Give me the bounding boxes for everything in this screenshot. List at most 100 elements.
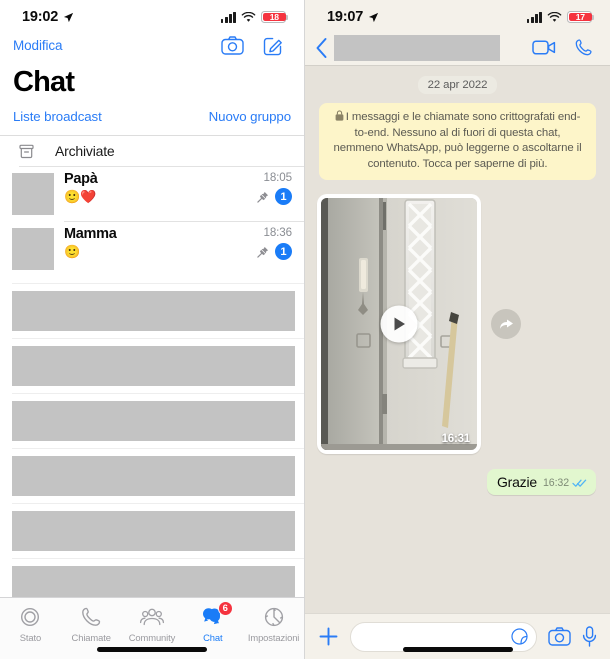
forward-arrow-icon: [499, 319, 513, 329]
video-duration: 16:31: [441, 433, 471, 445]
message-timestamp: 16:32: [542, 477, 569, 489]
tab-impostazioni[interactable]: Impostazioni: [243, 605, 304, 643]
video-message-bubble[interactable]: 16:31: [317, 194, 481, 454]
message-list: 22 apr 2022 I messaggi e le chiamate son…: [305, 66, 610, 613]
play-button[interactable]: [380, 305, 418, 343]
status-left: 19:07: [327, 9, 379, 25]
status-left: 19:02: [22, 9, 74, 25]
home-indicator: [402, 647, 513, 652]
bottom-tab-bar: Stato Chiamate Community Chat 6 Impostaz…: [0, 597, 304, 659]
list-item[interactable]: [0, 456, 304, 496]
forward-message-button[interactable]: [491, 309, 521, 339]
right-status-bar: 19:07 17: [305, 0, 610, 30]
edit-button[interactable]: Modifica: [13, 38, 63, 53]
new-group-button[interactable]: Nuovo gruppo: [209, 109, 291, 124]
chat-timestamp: 18:36: [263, 226, 292, 239]
chat-name: Papà: [64, 171, 98, 187]
camera-icon[interactable]: [221, 35, 244, 55]
video-call-icon[interactable]: [532, 39, 556, 56]
tab-label: Community: [128, 632, 176, 643]
pin-icon: [257, 246, 269, 258]
chat-meta-bottom: 1: [257, 243, 292, 260]
video-thumbnail: 16:31: [321, 198, 477, 450]
divider: [12, 283, 304, 284]
whatsapp-split-screenshot: 19:02 18 Modifica Chat Liste broadcast N…: [0, 0, 610, 659]
tab-stato[interactable]: Stato: [0, 605, 61, 643]
text-message-bubble[interactable]: Grazie 16:32: [486, 469, 596, 495]
date-divider-wrap: 22 apr 2022: [317, 76, 598, 94]
divider: [12, 558, 304, 559]
message-incoming-video: 16:31: [317, 194, 598, 454]
left-panel-chat-list: 19:02 18 Modifica Chat Liste broadcast N…: [0, 0, 305, 659]
compose-icon[interactable]: [263, 35, 284, 56]
archived-label: Archiviate: [55, 143, 115, 159]
double-check-icon: [572, 479, 587, 487]
broadcast-lists-button[interactable]: Liste broadcast: [13, 109, 102, 124]
chat-item-meta: 18:36 1: [257, 226, 292, 260]
plus-icon[interactable]: [318, 626, 339, 647]
chat-item-content: Papà 🙂❤️ 18:05 1: [54, 167, 304, 221]
chat-item-meta: 18:05 1: [257, 171, 292, 205]
back-chevron-icon[interactable]: [315, 37, 328, 59]
tab-label: Stato: [19, 632, 42, 643]
archived-chats-row[interactable]: Archiviate: [0, 136, 304, 166]
battery-icon: 17: [567, 10, 594, 24]
tab-community[interactable]: Community: [122, 605, 183, 643]
archive-box-icon: [19, 144, 34, 158]
gear-icon: [264, 607, 283, 627]
encryption-notice-text: I messaggi e le chiamate sono crittograf…: [333, 111, 582, 170]
right-panel-conversation: 19:07 17 22 apr 2022 I messaggi e le chi…: [305, 0, 610, 659]
encryption-notice[interactable]: I messaggi e le chiamate sono crittograf…: [319, 103, 596, 180]
list-item[interactable]: [0, 346, 304, 386]
status-right: 18: [220, 10, 288, 24]
list-item[interactable]: [0, 401, 304, 441]
tab-label: Impostazioni: [247, 632, 300, 643]
wifi-icon: [547, 11, 562, 22]
tab-label: Chat: [203, 632, 223, 643]
microphone-icon[interactable]: [582, 626, 597, 647]
header-actions: [532, 37, 594, 58]
tab-chiamate[interactable]: Chiamate: [61, 605, 122, 643]
list-item[interactable]: [0, 291, 304, 331]
location-arrow-icon: [369, 12, 379, 22]
list-item[interactable]: [0, 511, 304, 551]
left-status-bar: 19:02 18: [0, 0, 304, 30]
message-meta: 16:32: [543, 477, 587, 490]
lock-icon: [335, 110, 344, 121]
cellular-bars-icon: [220, 11, 236, 23]
divider: [12, 338, 304, 339]
battery-level: 18: [269, 12, 279, 22]
conversation-header: [305, 30, 610, 66]
phone-call-icon[interactable]: [573, 37, 594, 58]
unread-badge: 1: [275, 188, 292, 205]
tab-chat[interactable]: Chat 6: [182, 601, 243, 643]
wifi-icon: [241, 11, 256, 22]
left-nav-icons: [221, 35, 284, 56]
phone-icon: [82, 607, 101, 626]
page-title: Chat: [13, 66, 75, 98]
status-rings-icon: [21, 607, 40, 627]
tab-badge-count: 6: [217, 601, 233, 616]
location-arrow-icon: [64, 12, 74, 22]
status-time: 19:02: [22, 9, 59, 25]
message-input-bar: [305, 613, 610, 659]
avatar: [12, 228, 54, 270]
chat-name: Mamma: [64, 226, 117, 242]
battery-icon: 18: [261, 10, 288, 24]
unread-badge: 1: [275, 243, 292, 260]
date-divider: 22 apr 2022: [417, 76, 498, 94]
chat-preview: 🙂: [64, 244, 80, 259]
camera-icon[interactable]: [548, 627, 571, 646]
battery-level: 17: [575, 12, 585, 22]
divider: [12, 503, 304, 504]
contact-name-redacted[interactable]: [334, 34, 500, 61]
status-time: 19:07: [327, 9, 364, 25]
chat-timestamp: 18:05: [263, 171, 292, 184]
sticker-icon[interactable]: [511, 628, 528, 645]
play-icon: [394, 317, 405, 331]
status-right: 17: [526, 10, 594, 24]
chat-list-item[interactable]: Mamma 🙂 18:36 1: [0, 222, 304, 276]
chat-item-texts: Papà 🙂❤️: [64, 171, 98, 204]
chat-list-item[interactable]: Papà 🙂❤️ 18:05 1: [0, 167, 304, 221]
left-nav-row: Modifica: [0, 30, 304, 60]
